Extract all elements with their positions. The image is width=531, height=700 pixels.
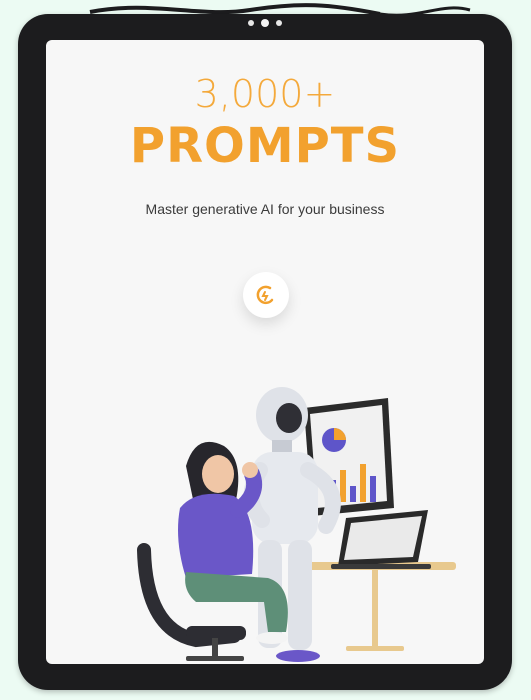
page-title: PROMPTS	[129, 118, 401, 174]
table-illustration	[296, 562, 456, 651]
laptop-illustration	[331, 510, 431, 569]
prompt-count: 3,000+	[194, 72, 336, 116]
tablet-frame: 3,000+ PROMPTS Master generative AI for …	[18, 14, 512, 690]
logo-icon	[243, 272, 289, 318]
tablet-screen: 3,000+ PROMPTS Master generative AI for …	[46, 40, 484, 664]
subtitle: Master generative AI for your business	[145, 201, 385, 217]
hero-illustration	[137, 387, 456, 662]
camera-icon	[248, 19, 282, 27]
